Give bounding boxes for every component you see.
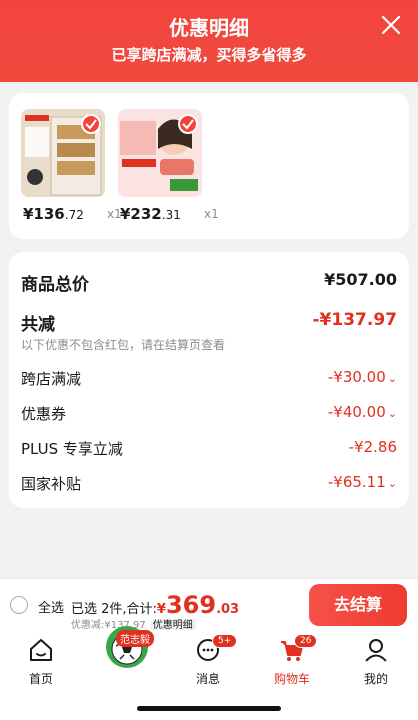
selected-count-text: 已选 2件,合计:	[71, 602, 157, 617]
product-item[interactable]: ¥232.31 x1	[118, 109, 219, 223]
order-summary: 已选 2件,合计:¥369.03	[71, 591, 239, 619]
price-integer: ¥232	[120, 205, 162, 223]
discount-value: -¥40.00 ⌄	[328, 403, 397, 421]
header: 优惠明细 已享跨店满减，买得多省得多	[0, 0, 418, 82]
goods-total-label: 商品总价	[21, 275, 89, 295]
discount-amount: -¥30.00	[327, 368, 386, 386]
checkout-button[interactable]: 去结算	[309, 584, 407, 626]
chevron-down-icon: ⌄	[387, 372, 397, 385]
home-indicator	[137, 706, 281, 711]
product-price: ¥136.72	[23, 205, 84, 223]
chevron-down-icon: ⌄	[387, 407, 397, 420]
tab-label: 购物车	[273, 672, 310, 686]
product-thumbnail	[118, 109, 202, 197]
tab-cart[interactable]: 26 购物车	[262, 634, 322, 687]
discount-row-cross-store[interactable]: 跨店满减 -¥30.00 ⌄	[21, 368, 397, 392]
discount-row-subsidy[interactable]: 国家补贴 -¥65.11 ⌄	[21, 473, 397, 497]
price-integer: ¥136	[23, 205, 65, 223]
total-discount-value: -¥137.97	[312, 310, 398, 330]
user-icon	[365, 639, 387, 662]
discount-label: 国家补贴	[21, 475, 82, 493]
product-thumbnail	[21, 109, 105, 197]
cart-badge: 26	[294, 634, 318, 648]
order-total: ¥369.03	[157, 591, 239, 619]
close-icon[interactable]	[380, 14, 402, 36]
discount-note: 以下优惠不包含红包，请在结算页查看	[21, 338, 226, 352]
discount-label: PLUS 专享立减	[21, 440, 123, 458]
discount-amount: -¥2.86	[348, 438, 397, 456]
discount-label: 优惠券	[21, 405, 67, 423]
price-breakdown-card: 商品总价 ¥507.00 共减 -¥137.97 以下优惠不包含红包，请在结算页…	[9, 252, 409, 508]
discount-row-coupon[interactable]: 优惠券 -¥40.00 ⌄	[21, 403, 397, 427]
goods-total-row: 商品总价 ¥507.00	[21, 270, 397, 295]
discount-label: 跨店满减	[21, 370, 82, 388]
tab-messages[interactable]: 5+ 消息	[178, 634, 238, 687]
discount-value: -¥30.00 ⌄	[328, 368, 397, 386]
tab-home[interactable]: 首页	[11, 636, 71, 687]
checkout-bar: 全选 已选 2件,合计:¥369.03 优惠减:¥137.97 优惠明细 去结算	[0, 578, 418, 631]
total-integer: 369	[165, 591, 217, 619]
select-all-radio[interactable]	[10, 596, 28, 614]
select-all-label[interactable]: 全选	[38, 597, 64, 616]
tab-label: 首页	[28, 672, 53, 686]
total-discount-label: 共减	[21, 315, 55, 335]
promo-badge: 范志毅	[116, 630, 154, 647]
messages-badge: 5+	[212, 634, 238, 648]
total-discount-row: 共减 -¥137.97	[21, 310, 398, 335]
chevron-down-icon: ⌄	[387, 477, 397, 490]
discount-amount: -¥40.00	[327, 403, 386, 421]
total-currency: ¥	[156, 602, 166, 617]
discount-value: -¥65.11 ⌄	[328, 473, 397, 491]
total-decimal: .03	[216, 602, 240, 617]
discount-amount: -¥65.11	[327, 473, 386, 491]
goods-total-value: ¥507.00	[324, 270, 397, 289]
tab-label: 消息	[195, 672, 220, 686]
tab-mine[interactable]: 我的	[346, 636, 406, 687]
page-subtitle: 已享跨店满减，买得多省得多	[111, 46, 307, 64]
checked-icon	[178, 114, 198, 134]
checked-icon	[81, 114, 101, 134]
price-decimal: .31	[161, 208, 181, 222]
product-price: ¥232.31	[120, 205, 181, 223]
discount-row-plus: PLUS 专享立减 -¥2.86	[21, 438, 397, 462]
home-icon	[30, 639, 52, 661]
tab-label: 我的	[363, 672, 388, 686]
price-decimal: .72	[64, 208, 84, 222]
page-title: 优惠明细	[169, 16, 249, 40]
product-quantity: x1	[204, 207, 219, 221]
detail-panel: ¥136.72 x1 ¥232.31 x1 商品总价 ¥507.00 共减 -¥…	[0, 82, 418, 578]
product-item[interactable]: ¥136.72 x1	[21, 109, 122, 223]
products-card: ¥136.72 x1 ¥232.31 x1	[9, 93, 409, 239]
